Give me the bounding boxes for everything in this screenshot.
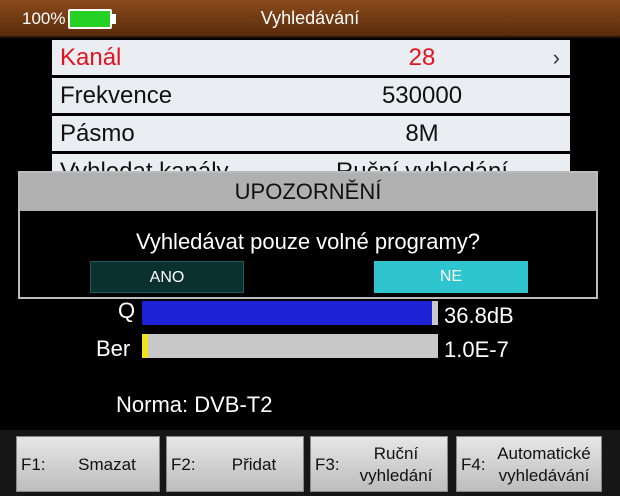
no-button[interactable]: NE: [374, 261, 528, 293]
fkey-label-line1: Ruční: [373, 444, 419, 463]
f4-automatic-search-button[interactable]: F4: Automatické vyhledávání: [456, 436, 602, 492]
dialog-message: Vyhledávat pouze volné programy?: [135, 229, 481, 254]
f1-delete-button[interactable]: F1: Smazat: [16, 436, 160, 492]
fkey-number: F1:: [21, 455, 46, 474]
ber-bar: [142, 334, 438, 358]
fkey-number: F3:: [315, 455, 340, 474]
status-bar: 100% Vyhledávání: [0, 0, 620, 38]
menu-item-label: Frekvence: [60, 82, 173, 109]
norma-label: Norma: DVB-T2: [116, 392, 273, 417]
fkey-label: Přidat: [231, 455, 277, 474]
menu-item-frekvence[interactable]: Frekvence 530000: [52, 78, 570, 113]
fkey-label-line2: vyhledání: [359, 466, 433, 485]
menu-item-value: 28: [408, 44, 436, 71]
f3-manual-search-button[interactable]: F3: Ruční vyhledání: [310, 436, 448, 492]
fkey-label: Smazat: [78, 455, 136, 474]
page-title: Vyhledávání: [260, 8, 360, 28]
quality-bar: [142, 301, 438, 325]
quality-value: 36.8dB: [444, 303, 514, 328]
warning-dialog: UPOZORNĚNÍ Vyhledávat pouze volné progra…: [18, 171, 598, 299]
menu-item-label: Pásmo: [60, 120, 135, 147]
fkey-number: F2:: [171, 455, 196, 474]
fkey-label-line1: Automatické: [497, 444, 591, 463]
settings-menu: Kanál 28 › Frekvence 530000 Pásmo 8M Vyh…: [52, 40, 570, 192]
menu-item-label: Kanál: [60, 44, 122, 71]
quality-bar-fill: [142, 301, 433, 325]
quality-label: Q: [118, 298, 136, 323]
ber-value: 1.0E-7: [444, 337, 509, 362]
ber-bar-fill: [142, 334, 148, 358]
f2-add-button[interactable]: F2: Přidat: [166, 436, 304, 492]
function-key-bar: F1: Smazat F2: Přidat F3: Ruční vyhledán…: [0, 430, 620, 496]
yes-button[interactable]: ANO: [90, 261, 244, 293]
menu-item-pasmo[interactable]: Pásmo 8M: [52, 116, 570, 151]
chevron-right-icon[interactable]: ›: [553, 40, 560, 75]
ber-label: Ber: [96, 336, 131, 361]
dialog-title: UPOZORNĚNÍ: [20, 173, 596, 211]
fkey-number: F4:: [461, 455, 486, 474]
fkey-label-line2: vyhledávání: [498, 466, 590, 485]
menu-item-value: 8M: [405, 120, 439, 147]
menu-item-kanal[interactable]: Kanál 28 ›: [52, 40, 570, 75]
menu-item-value: 530000: [381, 82, 463, 109]
